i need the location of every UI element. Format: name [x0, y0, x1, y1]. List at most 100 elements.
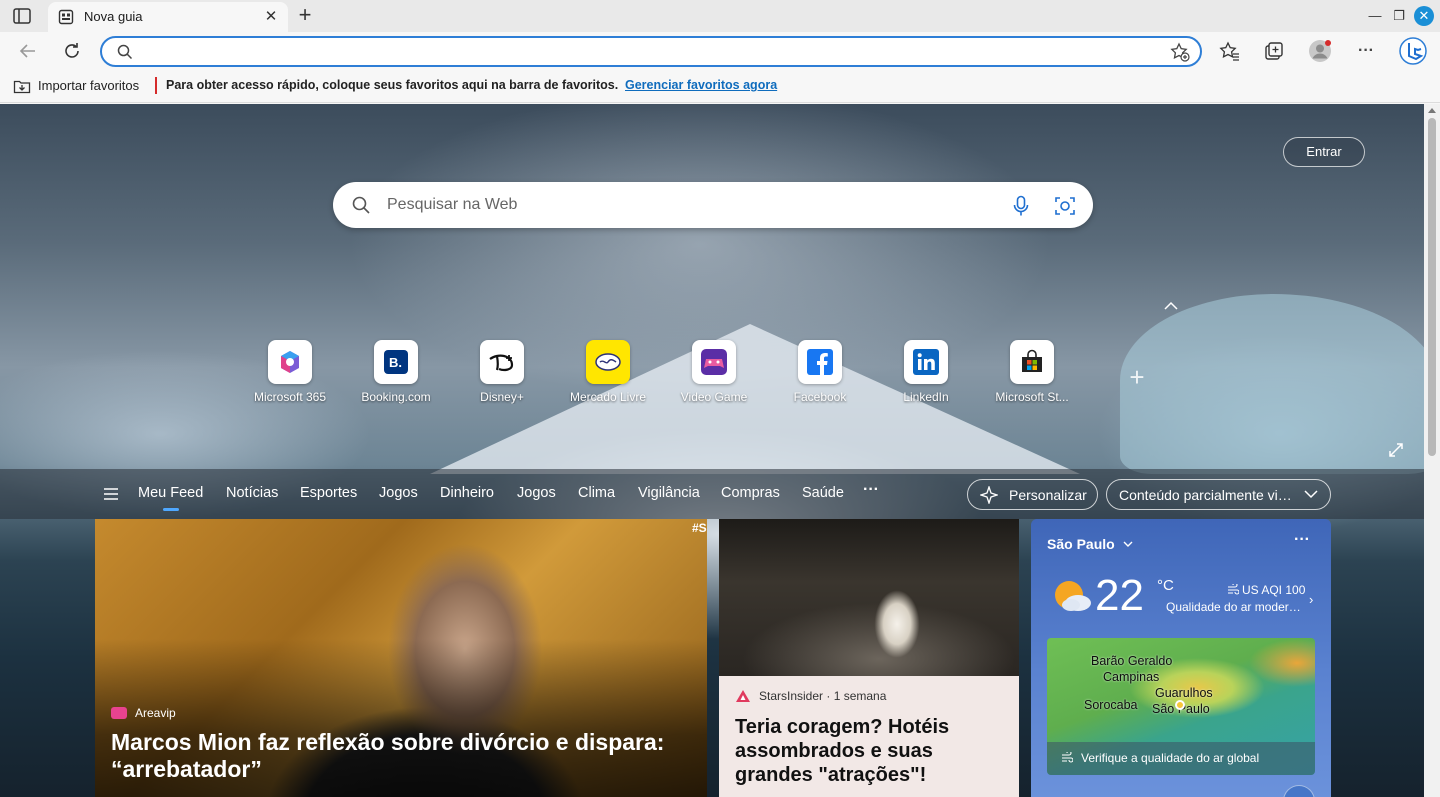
- svg-text:B.: B.: [389, 355, 402, 370]
- news-card-secondary[interactable]: StarsInsider · 1 semana Teria coragem? H…: [719, 519, 1019, 797]
- profile-avatar-icon[interactable]: [1308, 39, 1332, 63]
- back-icon[interactable]: [17, 40, 39, 62]
- web-search-box[interactable]: [333, 182, 1093, 228]
- weather-card[interactable]: São Paulo ··· 22 °C US AQI 100 Qualidade…: [1031, 519, 1331, 797]
- tab-clima[interactable]: Clima: [578, 485, 615, 501]
- refresh-icon[interactable]: [61, 40, 83, 62]
- tab-vigilancia[interactable]: Vigilância: [638, 485, 700, 501]
- quick-link-video-game[interactable]: Video Game: [659, 340, 769, 410]
- scroll-up-icon[interactable]: [1427, 106, 1437, 114]
- sparkle-icon: [980, 486, 998, 504]
- scrollbar-thumb[interactable]: [1428, 118, 1436, 456]
- quick-link-label: Microsoft 365: [253, 390, 327, 404]
- expand-icon[interactable]: [1387, 441, 1405, 459]
- chevron-down-icon: [1304, 490, 1318, 499]
- hamburger-menu-icon[interactable]: [103, 487, 119, 501]
- weather-unit: °C: [1157, 577, 1174, 594]
- air-quality-map[interactable]: Barão Geraldo Campinas Guarulhos Sorocab…: [1047, 638, 1315, 775]
- map-label: Campinas: [1103, 670, 1160, 684]
- bing-copilot-icon[interactable]: [1398, 36, 1428, 66]
- microsoft-365-icon: [268, 340, 312, 384]
- tab-dinheiro[interactable]: Dinheiro: [440, 485, 494, 501]
- tab-nova-guia[interactable]: Nova guia ✕: [48, 2, 288, 32]
- microphone-icon[interactable]: [1011, 195, 1031, 217]
- sign-in-button[interactable]: Entrar: [1283, 137, 1365, 167]
- quick-link-microsoft-store[interactable]: Microsoft St...: [977, 340, 1087, 410]
- address-bar[interactable]: [100, 36, 1202, 67]
- more-tabs-button[interactable]: ···: [863, 481, 879, 499]
- tab-saude[interactable]: Saúde: [802, 485, 844, 501]
- quick-link-disney-plus[interactable]: Disney+: [447, 340, 557, 410]
- card-headline[interactable]: Marcos Mion faz reflexão sobre divórcio …: [111, 729, 701, 783]
- address-input[interactable]: [142, 41, 1142, 62]
- import-favorites-button[interactable]: Importar favoritos: [38, 78, 139, 93]
- tab-compras[interactable]: Compras: [721, 485, 780, 501]
- facebook-icon: [798, 340, 842, 384]
- chevron-up-icon[interactable]: [1162, 300, 1180, 312]
- favorites-bar: Importar favoritos Para obter acesso ráp…: [0, 70, 1440, 103]
- map-label: Sorocaba: [1084, 698, 1138, 712]
- tab-esportes[interactable]: Esportes: [300, 485, 357, 501]
- new-tab-button[interactable]: +: [292, 4, 318, 28]
- weather-action-button[interactable]: [1283, 785, 1315, 797]
- quick-link-label: Booking.com: [361, 390, 431, 404]
- map-label: Guarulhos: [1155, 686, 1213, 700]
- add-favorite-icon[interactable]: [1170, 42, 1190, 62]
- chevron-down-icon[interactable]: [1123, 541, 1133, 548]
- personalize-label: Personalizar: [1009, 487, 1087, 503]
- favorites-icon[interactable]: [1219, 40, 1241, 62]
- page-scrollbar[interactable]: [1424, 104, 1440, 797]
- settings-more-icon[interactable]: ···: [1355, 40, 1377, 62]
- tab-actions-icon[interactable]: [12, 7, 34, 25]
- collections-icon[interactable]: [1263, 40, 1285, 62]
- visual-search-icon[interactable]: [1054, 195, 1076, 217]
- map-footer-link[interactable]: Verifique a qualidade do ar global: [1081, 751, 1259, 765]
- news-card-main[interactable]: #S Areavip Marcos Mion faz reflexão sobr…: [95, 519, 707, 797]
- tab-close-icon[interactable]: ✕: [262, 8, 280, 26]
- tab-jogos-2[interactable]: Jogos: [517, 485, 556, 501]
- import-favorites-icon[interactable]: [13, 78, 31, 94]
- content-visibility-label: Conteúdo parcialmente visível: [1119, 487, 1297, 503]
- quick-link-label: LinkedIn: [903, 390, 949, 404]
- card-headline[interactable]: Teria coragem? Hotéis assombrados e suas…: [735, 715, 1005, 787]
- card-tag: #S: [692, 521, 707, 535]
- quick-link-booking[interactable]: B. Booking.com: [341, 340, 451, 410]
- quick-link-microsoft-365[interactable]: Microsoft 365: [235, 340, 345, 410]
- tab-title: Nova guia: [84, 9, 143, 24]
- minimize-button[interactable]: —: [1364, 6, 1386, 26]
- favorites-divider: [155, 77, 157, 94]
- search-icon: [352, 196, 370, 214]
- map-footer[interactable]: Verifique a qualidade do ar global: [1047, 742, 1315, 775]
- card-source-meta: StarsInsider · 1 semana: [759, 689, 887, 703]
- quick-link-facebook[interactable]: Facebook: [765, 340, 875, 410]
- air-quality-icon: [1062, 752, 1073, 763]
- restore-button[interactable]: ❐: [1388, 6, 1410, 26]
- quick-link-mercado-livre[interactable]: Mercado Livre: [553, 340, 663, 410]
- close-window-button[interactable]: ✕: [1414, 6, 1434, 26]
- air-quality-icon: [1228, 584, 1239, 595]
- tab-noticias[interactable]: Notícias: [226, 485, 278, 501]
- quick-link-linkedin[interactable]: LinkedIn: [871, 340, 981, 410]
- weather-city[interactable]: São Paulo: [1047, 536, 1115, 552]
- weather-more-button[interactable]: ···: [1294, 531, 1310, 549]
- tab-meu-feed[interactable]: Meu Feed: [138, 485, 203, 511]
- location-pin-icon: [1175, 700, 1185, 710]
- starsinsider-logo-icon: [736, 690, 750, 702]
- web-search-input[interactable]: [387, 193, 987, 217]
- new-tab-page-icon: [58, 9, 74, 25]
- search-icon: [117, 44, 133, 60]
- map-label: Barão Geraldo: [1091, 654, 1173, 668]
- card-image: [719, 519, 1019, 676]
- mercado-livre-icon: [586, 340, 630, 384]
- linkedin-icon: [904, 340, 948, 384]
- weather-temperature: 22: [1095, 571, 1144, 620]
- air-quality-index: US AQI 100: [1242, 583, 1306, 597]
- manage-favorites-link[interactable]: Gerenciar favoritos agora: [625, 78, 777, 92]
- add-quick-link-button[interactable]: +: [1126, 364, 1148, 390]
- content-visibility-dropdown[interactable]: Conteúdo parcialmente visível: [1106, 479, 1331, 510]
- areavip-logo-icon: [111, 707, 127, 719]
- weather-next-icon[interactable]: ›: [1309, 592, 1313, 607]
- personalize-button[interactable]: Personalizar: [967, 479, 1098, 510]
- tab-jogos[interactable]: Jogos: [379, 485, 418, 501]
- card-source: Areavip: [135, 706, 176, 720]
